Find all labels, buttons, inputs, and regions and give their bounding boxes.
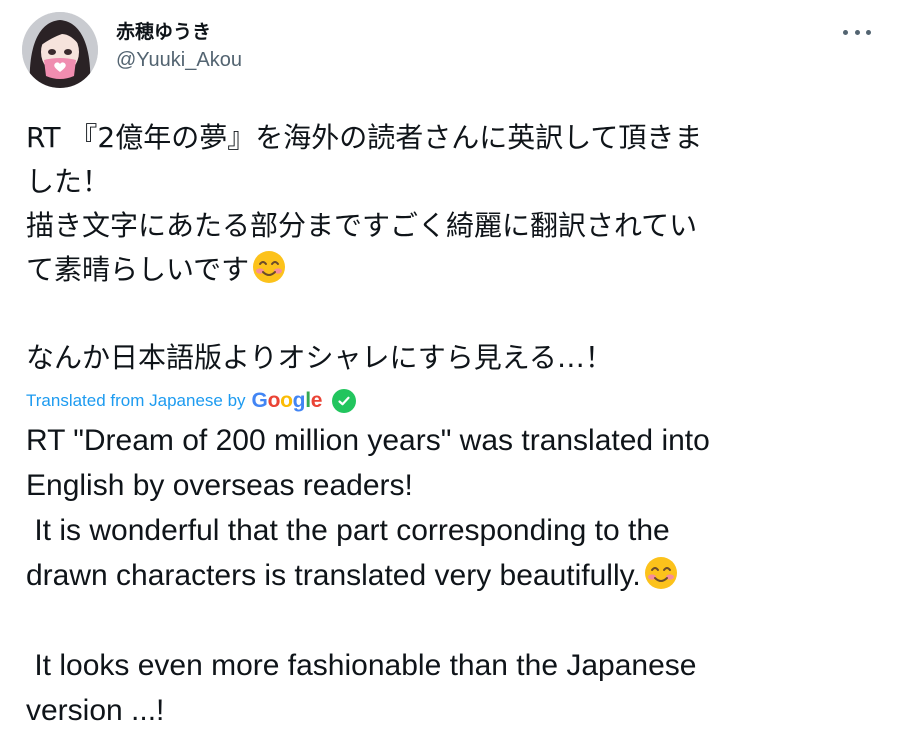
avatar-image [22, 12, 98, 88]
translated-from-link[interactable]: Translated from Japanese by [26, 391, 246, 411]
smiling-face-emoji-icon [643, 555, 679, 591]
google-logo-letter: o [267, 389, 281, 412]
google-logo-letter: g [292, 389, 306, 412]
en-line: version ...! [26, 694, 165, 727]
google-logo-letter: o [280, 389, 293, 412]
google-logo: Google [252, 389, 323, 413]
user-name-block: 赤穂ゆうき @Yuuki_Akou [116, 20, 242, 72]
jp-line: なんか日本語版よりオシャレにすら見える…！ [26, 341, 613, 374]
en-line: RT "Dream of 200 million years" was tran… [26, 424, 710, 457]
smiling-face-emoji-icon [251, 249, 287, 285]
more-dot-icon [843, 29, 848, 35]
tweet-body: RT 『2億年の夢』を海外の読者さんに英訳して頂きま した！ 描き文字にあたる部… [26, 116, 876, 733]
google-logo-letter: G [251, 389, 268, 412]
more-dot-icon [866, 29, 871, 35]
jp-line: 描き文字にあたる部分まですごく綺麗に翻訳されてい [26, 209, 698, 242]
jp-line: した！ [26, 165, 111, 198]
tweet-original-text: RT 『2億年の夢』を海外の読者さんに英訳して頂きま した！ 描き文字にあたる部… [26, 116, 876, 380]
check-circle-icon [332, 389, 357, 413]
en-line: It looks even more fashionable than the … [26, 649, 697, 682]
tweet-header: 赤穂ゆうき @Yuuki_Akou [22, 12, 875, 88]
tweet-translated-text: RT "Dream of 200 million years" was tran… [26, 418, 876, 733]
en-line: English by overseas readers! [26, 469, 413, 502]
jp-line: て素晴らしいです [26, 253, 250, 286]
jp-line: RT 『2億年の夢』を海外の読者さんに英訳して頂きま [26, 121, 703, 154]
more-options-button[interactable] [843, 24, 871, 40]
user-handle[interactable]: @Yuuki_Akou [116, 48, 242, 72]
en-line: drawn characters is translated very beau… [26, 559, 641, 592]
google-logo-letter: e [310, 389, 323, 412]
tweet-card: 赤穂ゆうき @Yuuki_Akou RT 『2億年の夢』を海外の読者さんに英訳し… [0, 0, 897, 752]
translation-attribution: Translated from Japanese by Google [26, 386, 876, 416]
more-dot-icon [854, 29, 860, 35]
display-name[interactable]: 赤穂ゆうき [116, 20, 242, 44]
en-line: It is wonderful that the part correspond… [26, 514, 670, 547]
avatar[interactable] [22, 12, 98, 88]
